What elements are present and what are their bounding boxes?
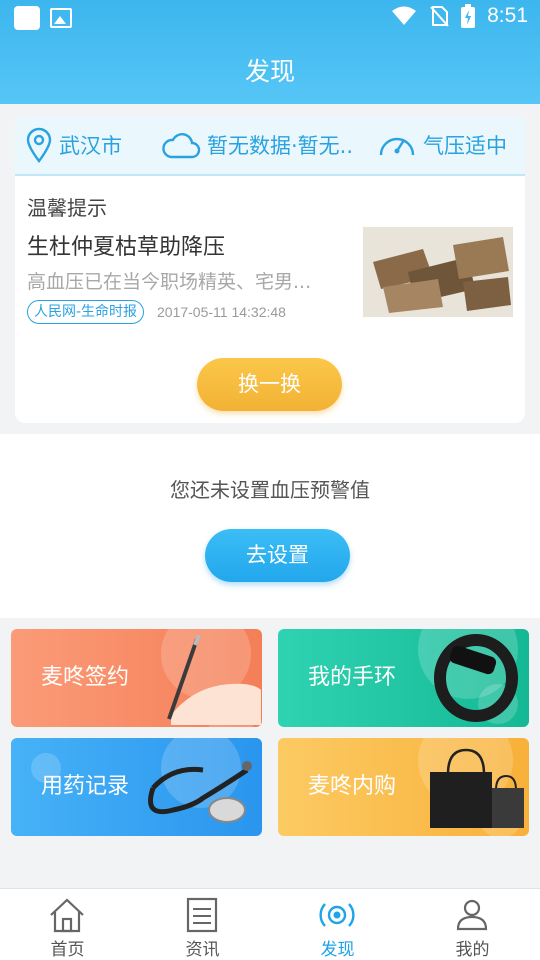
battery-charging-icon (461, 4, 476, 28)
tile-purchase[interactable]: 麦咚内购 (278, 738, 529, 836)
tab-home[interactable]: 首页 (0, 889, 135, 960)
tile-signing[interactable]: 麦咚签约 (11, 629, 262, 727)
notification-app-icon (14, 6, 40, 30)
discover-icon (319, 903, 355, 927)
weather-bar: 武汉市 暂无数据·暂无.. 气压适中 (15, 116, 525, 176)
tile-band[interactable]: 我的手环 (278, 629, 529, 727)
clock: 8:51 (487, 4, 528, 27)
gauge-icon (379, 137, 415, 156)
location-item[interactable]: 武汉市 (25, 116, 122, 174)
tile-signing-label: 麦咚签约 (41, 665, 130, 690)
home-icon (50, 898, 84, 933)
tile-purchase-label: 麦咚内购 (308, 774, 397, 799)
bp-warning-section: 您还未设置血压预警值 去设置 (0, 434, 540, 618)
location-pin-icon (26, 127, 52, 163)
cloud-icon (162, 133, 201, 159)
tab-discover-label: 发现 (320, 940, 355, 960)
tab-profile-label: 我的 (455, 940, 490, 960)
news-summary[interactable]: 高血压已在当今职场精英、宅男... (27, 267, 345, 294)
tile-medication-label: 用药记录 (41, 774, 130, 799)
bottom-tab-bar: 首页 资讯 发现 我的 (0, 888, 540, 960)
tab-profile[interactable]: 我的 (405, 889, 540, 960)
no-sim-icon (430, 6, 449, 27)
tile-band-label: 我的手环 (308, 665, 397, 690)
wifi-icon (392, 6, 417, 25)
pressure-item: 气压适中 (377, 116, 507, 174)
tip-heading: 温馨提示 (27, 196, 107, 220)
news-date: 2017-05-11 14:32:48 (157, 304, 286, 320)
swap-button[interactable]: 换一换 (197, 358, 342, 411)
news-icon (186, 897, 218, 933)
pen-hand-icon (167, 635, 261, 725)
app-header: 8:51 发现 (0, 0, 540, 104)
news-thumbnail[interactable] (363, 227, 513, 317)
weather-condition: 暂无数据·暂无.. (207, 134, 354, 158)
wristband-icon (434, 634, 518, 722)
pressure-label: 气压适中 (423, 134, 507, 158)
profile-icon (456, 899, 488, 931)
stethoscope-icon (148, 761, 252, 823)
image-notification-icon (50, 8, 72, 28)
news-source-badge: 人民网-生命时报 (27, 300, 145, 324)
tab-news[interactable]: 资讯 (135, 889, 270, 960)
status-bar: 8:51 (0, 0, 540, 36)
city-label: 武汉市 (59, 134, 122, 158)
tip-card: 武汉市 暂无数据·暂无.. 气压适中 温馨提示 生杜仲夏枯草助降压 高血压已在当… (15, 116, 525, 423)
shopping-bag-icon (430, 748, 524, 828)
bp-warning-text: 您还未设置血压预警值 (170, 478, 370, 502)
tab-home-label: 首页 (50, 940, 85, 960)
setup-button[interactable]: 去设置 (205, 529, 350, 582)
tile-medication[interactable]: 用药记录 (11, 738, 262, 836)
tab-discover[interactable]: 发现 (270, 889, 405, 960)
tab-news-label: 资讯 (185, 940, 220, 960)
page-title: 发现 (244, 57, 295, 86)
weather-item: 暂无数据·暂无.. (161, 116, 371, 174)
news-headline[interactable]: 生杜仲夏枯草助降压 (27, 229, 225, 261)
